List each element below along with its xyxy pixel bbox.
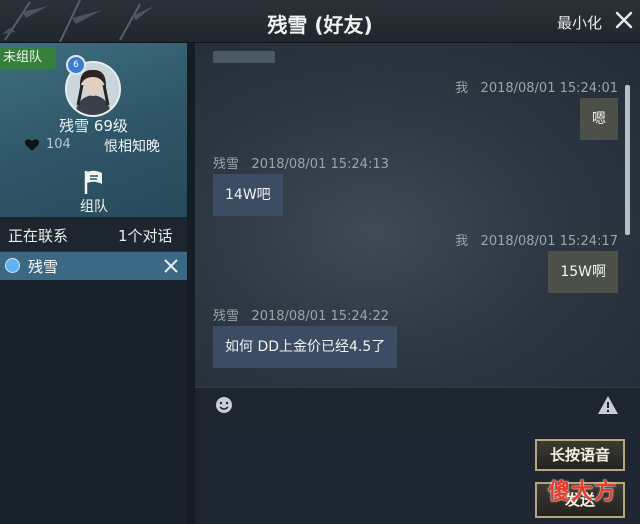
message-time: 2018/08/01 15:24:22 [251, 309, 389, 324]
minimize-button[interactable]: 最小化 [557, 12, 602, 33]
message-meta: 我 2018/08/01 15:24:01 [455, 77, 618, 96]
title-bar: 残雪 (好友) 最小化 [0, 0, 640, 43]
close-icon[interactable] [163, 258, 179, 274]
online-status-icon [5, 258, 20, 273]
panel-divider [187, 43, 195, 524]
chat-scrollbar[interactable] [625, 85, 630, 235]
profile-card: 未组队 6 残雪 69级 104 恨相知晚 组队 [0, 43, 187, 217]
message-meta: 残雪 2018/08/01 15:24:13 [213, 153, 389, 172]
contact-name: 残雪 [28, 258, 59, 276]
message-sender: 残雪 [213, 309, 240, 324]
window-title: 残雪 (好友) [267, 13, 373, 37]
conversation-count: 1个对话 [118, 227, 173, 245]
previous-message-fragment [213, 51, 275, 63]
message-bubble: 嗯 [580, 98, 618, 140]
heart-icon [24, 139, 40, 151]
watermark-logo: 傻大方 [548, 480, 618, 505]
message-time: 2018/08/01 15:24:13 [251, 157, 389, 172]
report-warning-icon[interactable] [597, 395, 619, 415]
team-status-badge: 未组队 [0, 47, 56, 69]
contacting-label: 正在联系 [8, 227, 69, 245]
message-meta: 残雪 2018/08/01 15:24:22 [213, 305, 389, 324]
message-sender: 残雪 [213, 157, 240, 172]
contact-item[interactable]: 残雪 [0, 252, 187, 280]
profile-name-level: 残雪 69级 [59, 117, 128, 135]
chat-history[interactable]: 我 2018/08/01 15:24:01 嗯 残雪 2018/08/01 15… [195, 43, 640, 387]
friend-level-icon: 6 [66, 55, 86, 75]
contact-header: 正在联系 1个对话 [0, 217, 187, 252]
relation-title: 恨相知晚 [104, 139, 160, 155]
friend-sidebar: 未组队 6 残雪 69级 104 恨相知晚 组队 正在联系 1个对话 残雪 [0, 43, 187, 524]
close-icon[interactable] [614, 9, 634, 31]
message-bubble: 如何 DD上金价已经4.5了 [213, 326, 398, 368]
invite-team-label: 组队 [80, 199, 108, 215]
message-meta: 我 2018/08/01 15:24:17 [455, 230, 618, 249]
message-sender: 我 [455, 234, 469, 249]
team-flag-icon [84, 170, 102, 194]
message-sender: 我 [455, 81, 469, 96]
chat-toolbar [195, 387, 640, 423]
message-time: 2018/08/01 15:24:17 [480, 234, 618, 249]
message-bubble: 14W吧 [213, 174, 283, 216]
hold-to-talk-button[interactable]: 长按语音 [535, 439, 625, 471]
message-time: 2018/08/01 15:24:01 [480, 81, 618, 96]
emoji-icon[interactable] [215, 396, 233, 414]
message-bubble: 15W啊 [548, 251, 618, 293]
intimacy-value: 104 [46, 137, 71, 152]
invite-team-button[interactable]: 组队 [66, 167, 122, 215]
